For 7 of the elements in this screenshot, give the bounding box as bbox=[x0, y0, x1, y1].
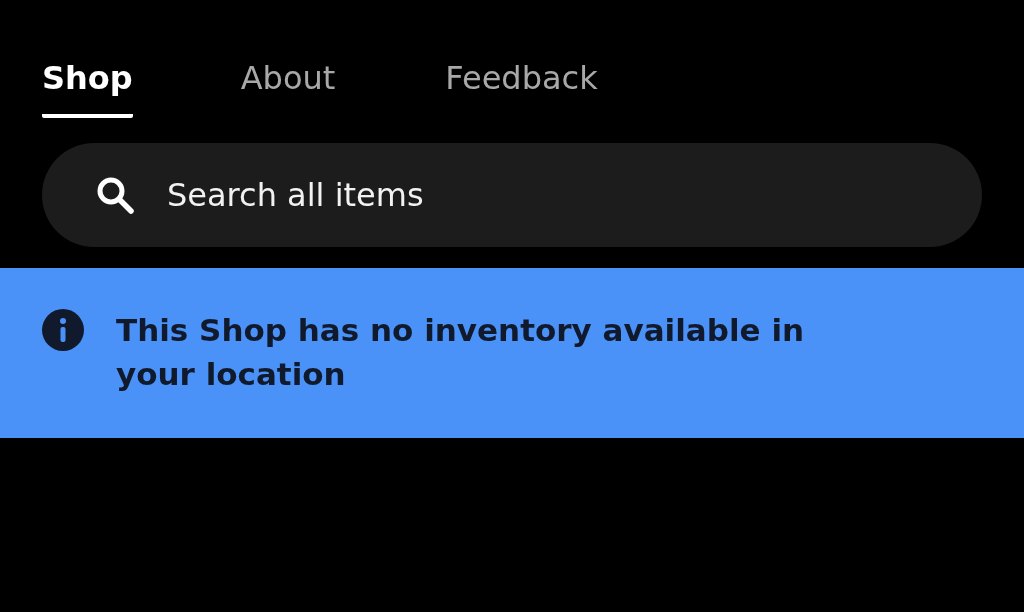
tab[interactable]: Feedback bbox=[445, 56, 598, 118]
search-field[interactable]: Search all items bbox=[42, 143, 982, 247]
notice-text: This Shop has no inventory available in your location bbox=[116, 311, 806, 394]
search-icon bbox=[96, 176, 134, 214]
tab[interactable]: Shop bbox=[42, 56, 133, 118]
tab[interactable]: About bbox=[240, 56, 336, 118]
info-icon bbox=[42, 309, 84, 351]
